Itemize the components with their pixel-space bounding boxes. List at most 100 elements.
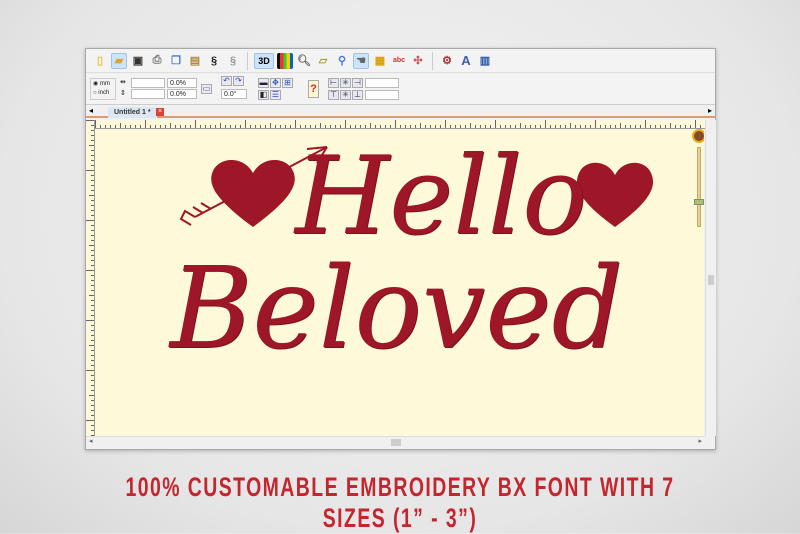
ruler-tick xyxy=(91,185,94,186)
ruler-tick xyxy=(635,125,636,128)
align-right-button[interactable]: ⊣ xyxy=(352,78,363,88)
pattern-icon[interactable]: ✣ xyxy=(410,53,426,69)
export-icon[interactable]: ▥ xyxy=(477,53,493,69)
print-icon[interactable]: ⎙ xyxy=(149,53,165,69)
ruler-tick xyxy=(570,123,571,128)
spacing-v-field[interactable] xyxy=(365,90,399,100)
3d-button[interactable]: 3D xyxy=(254,52,274,69)
pan-compass-icon[interactable] xyxy=(692,129,704,143)
ruler-tick xyxy=(115,125,116,128)
ruler-tick xyxy=(300,125,301,128)
paste-icon[interactable]: ▤ xyxy=(187,53,203,69)
ruler-tick xyxy=(91,225,94,226)
ruler-tick xyxy=(390,125,391,128)
ruler-tick xyxy=(455,125,456,128)
abc-icon[interactable]: abc xyxy=(391,53,407,69)
zoom-icon[interactable]: 🔍︎ xyxy=(296,53,312,69)
ruler-tick xyxy=(91,265,94,266)
save-icon[interactable]: ▣ xyxy=(130,53,146,69)
tab-untitled-1[interactable]: Untitled 1 * xyxy=(108,107,157,118)
ruler-tick xyxy=(680,125,681,128)
align-bottom-button[interactable]: ⊥ xyxy=(352,90,363,100)
center-button[interactable]: ✥ xyxy=(270,78,281,88)
scroll-right-icon[interactable]: ▸ xyxy=(698,437,702,445)
hand-icon[interactable]: ☚ xyxy=(353,52,369,69)
ruler-tick xyxy=(95,120,96,128)
ruler-tick xyxy=(650,125,651,128)
vertical-scroll-thumb[interactable] xyxy=(708,275,714,285)
new-icon[interactable]: ▯ xyxy=(92,53,108,69)
ruler-tick xyxy=(235,125,236,128)
ruler-tick xyxy=(345,120,346,128)
unit-group: ◉ mm ○ inch xyxy=(90,78,116,100)
ruler-tick xyxy=(180,125,181,128)
properties-bar: ◉ mm ○ inch ⇹ ⇕ 0.0% 0.0% ▭ ↶ ↷ 0.0° ▬ ✥… xyxy=(86,74,715,105)
ruler-tick xyxy=(89,295,94,296)
zoom-slider-thumb[interactable] xyxy=(694,199,704,205)
ruler-tick xyxy=(430,125,431,128)
stitch-icon[interactable]: § xyxy=(206,53,222,69)
text-icon[interactable]: A xyxy=(458,53,474,69)
width-field[interactable] xyxy=(131,78,165,88)
spacing-h-field[interactable] xyxy=(365,78,399,88)
unit-inch-radio[interactable]: ○ inch xyxy=(93,90,109,96)
open-icon[interactable]: ▰ xyxy=(111,52,127,69)
ruler-icon[interactable]: ▱ xyxy=(315,53,331,69)
scroll-left-icon[interactable]: ◂ xyxy=(89,437,93,445)
ruler-tick xyxy=(91,155,94,156)
horizontal-scrollbar[interactable]: ◂ ▸ xyxy=(86,436,705,448)
card-icon[interactable]: ▦ xyxy=(372,53,388,69)
ruler-tick xyxy=(91,405,94,406)
promo-caption: 100% CUSTOMABLE EMBROIDERY BX FONT WITH … xyxy=(125,472,675,533)
align-left-button[interactable]: ⊢ xyxy=(328,78,339,88)
fit-button[interactable]: ⊞ xyxy=(282,78,293,88)
align-center-h-button[interactable]: ✳ xyxy=(340,78,351,88)
zoom-slider[interactable] xyxy=(697,147,701,227)
separator xyxy=(247,51,248,70)
ruler-tick xyxy=(630,125,631,128)
color-icon[interactable] xyxy=(277,52,293,69)
stitch2-icon[interactable]: § xyxy=(225,53,241,69)
flip-h-button[interactable]: ▬ xyxy=(258,78,269,88)
ruler-tick xyxy=(230,125,231,128)
help-button[interactable]: ? xyxy=(308,80,319,98)
rotation-field[interactable]: 0.0° xyxy=(221,89,247,99)
height-percent-field[interactable]: 0.0% xyxy=(167,89,197,99)
width-percent-field[interactable]: 0.0% xyxy=(167,78,197,88)
close-tab-icon[interactable]: × xyxy=(156,108,164,116)
ruler-tick xyxy=(530,125,531,128)
lock-ratio-button[interactable]: ▭ xyxy=(201,84,212,94)
height-field[interactable] xyxy=(131,89,165,99)
design-text-beloved[interactable]: Beloved xyxy=(170,247,623,372)
hoop-icon[interactable]: ⚲ xyxy=(334,53,350,69)
vertical-ruler xyxy=(86,120,95,436)
ruler-tick xyxy=(100,125,101,128)
flip-v-button[interactable]: ◧ xyxy=(258,90,269,100)
unit-mm-radio[interactable]: ◉ mm xyxy=(93,80,110,87)
align-top-button[interactable]: ⊤ xyxy=(328,90,339,100)
ruler-tick xyxy=(655,125,656,128)
ruler-tick xyxy=(245,120,246,128)
ruler-tick xyxy=(460,125,461,128)
copy-icon[interactable]: ❐ xyxy=(168,53,184,69)
settings-icon[interactable]: ⚙ xyxy=(439,53,455,69)
design-canvas[interactable]: Hello Beloved xyxy=(95,129,704,436)
rotate-left-button[interactable]: ↶ xyxy=(221,76,232,86)
ruler-tick xyxy=(91,415,94,416)
tab-scroll-right[interactable]: ▸ xyxy=(708,106,712,115)
ruler-tick xyxy=(400,125,401,128)
ruler-tick xyxy=(91,275,94,276)
ruler-tick xyxy=(91,260,94,261)
align-button[interactable]: ☰ xyxy=(270,90,281,100)
horizontal-scroll-thumb[interactable] xyxy=(391,439,401,446)
ruler-tick xyxy=(595,120,596,128)
ruler-tick xyxy=(91,240,94,241)
vertical-scrollbar[interactable] xyxy=(705,120,716,436)
width-icon: ⇹ xyxy=(120,79,126,86)
rotate-right-button[interactable]: ↷ xyxy=(233,76,244,86)
align-center-v-button[interactable]: ✳ xyxy=(340,90,351,100)
design-text-hello[interactable]: Hello xyxy=(295,137,587,257)
ruler-tick xyxy=(160,125,161,128)
tab-scroll-left[interactable]: ◂ xyxy=(89,106,93,115)
ruler-tick xyxy=(200,125,201,128)
